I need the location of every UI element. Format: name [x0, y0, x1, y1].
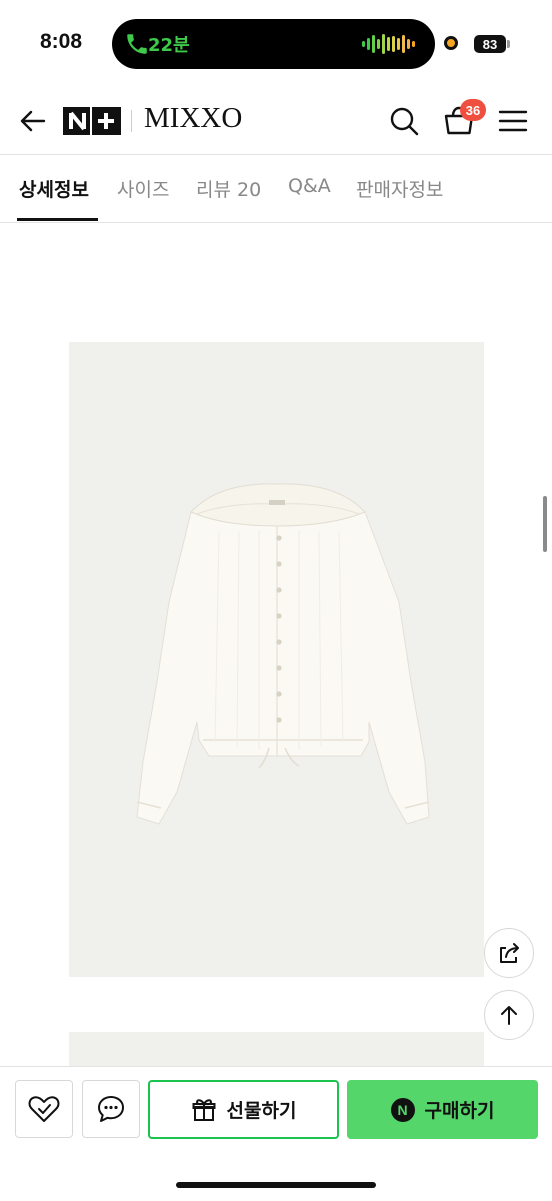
wishlist-button[interactable] — [15, 1080, 73, 1138]
naver-pay-icon: N — [390, 1097, 415, 1122]
product-image — [69, 342, 484, 977]
gift-label: 선물하기 — [226, 1100, 297, 1122]
buy-label: 구매하기 — [424, 1100, 495, 1122]
battery-tip — [507, 40, 510, 48]
app-header: MIXXO 36 — [0, 88, 552, 154]
active-tab-indicator — [17, 218, 98, 221]
scrollbar[interactable] — [543, 496, 547, 552]
tab-reviews[interactable]: 리뷰 20 — [196, 175, 261, 202]
tab-size[interactable]: 사이즈 — [117, 175, 169, 202]
product-tabs: 상세정보 사이즈 리뷰 20 Q&A 판매자정보 — [0, 155, 552, 222]
share-button[interactable] — [484, 928, 534, 978]
tabs-divider-line — [0, 222, 552, 223]
home-indicator[interactable] — [176, 1182, 376, 1188]
tab-seller-info[interactable]: 판매자정보 — [356, 175, 443, 202]
cart-count-badge: 36 — [460, 99, 486, 121]
search-icon[interactable] — [388, 105, 420, 137]
menu-icon[interactable] — [498, 107, 528, 135]
bottom-action-bar: 선물하기 N 구매하기 — [0, 1066, 552, 1201]
blouse-illustration — [136, 483, 430, 825]
arrow-up-icon — [501, 1006, 517, 1025]
phone-icon — [127, 34, 147, 54]
buy-button[interactable]: N 구매하기 — [347, 1080, 538, 1139]
brand-name[interactable]: MIXXO — [144, 102, 242, 135]
dynamic-island[interactable]: 22분 — [112, 19, 435, 69]
tab-qna[interactable]: Q&A — [288, 175, 331, 197]
battery-indicator: 83 — [474, 35, 506, 53]
status-bar: 8:08 22분 83 — [0, 0, 552, 88]
scroll-top-button[interactable] — [484, 990, 534, 1040]
status-time: 8:08 — [40, 30, 83, 53]
gift-button[interactable]: 선물하기 — [148, 1080, 339, 1139]
chat-bubble-icon — [98, 1096, 124, 1122]
gift-icon — [192, 1098, 216, 1121]
call-duration: 22분 — [148, 35, 190, 56]
audio-wave-icon — [362, 34, 415, 54]
recording-dot-icon — [444, 36, 458, 50]
chat-button[interactable] — [82, 1080, 140, 1138]
nplus-logo[interactable] — [63, 107, 121, 135]
heart-check-icon — [28, 1096, 60, 1122]
header-divider — [131, 110, 132, 132]
share-icon — [500, 943, 519, 963]
back-arrow-icon[interactable] — [18, 106, 48, 136]
tab-detail[interactable]: 상세정보 — [19, 175, 89, 202]
